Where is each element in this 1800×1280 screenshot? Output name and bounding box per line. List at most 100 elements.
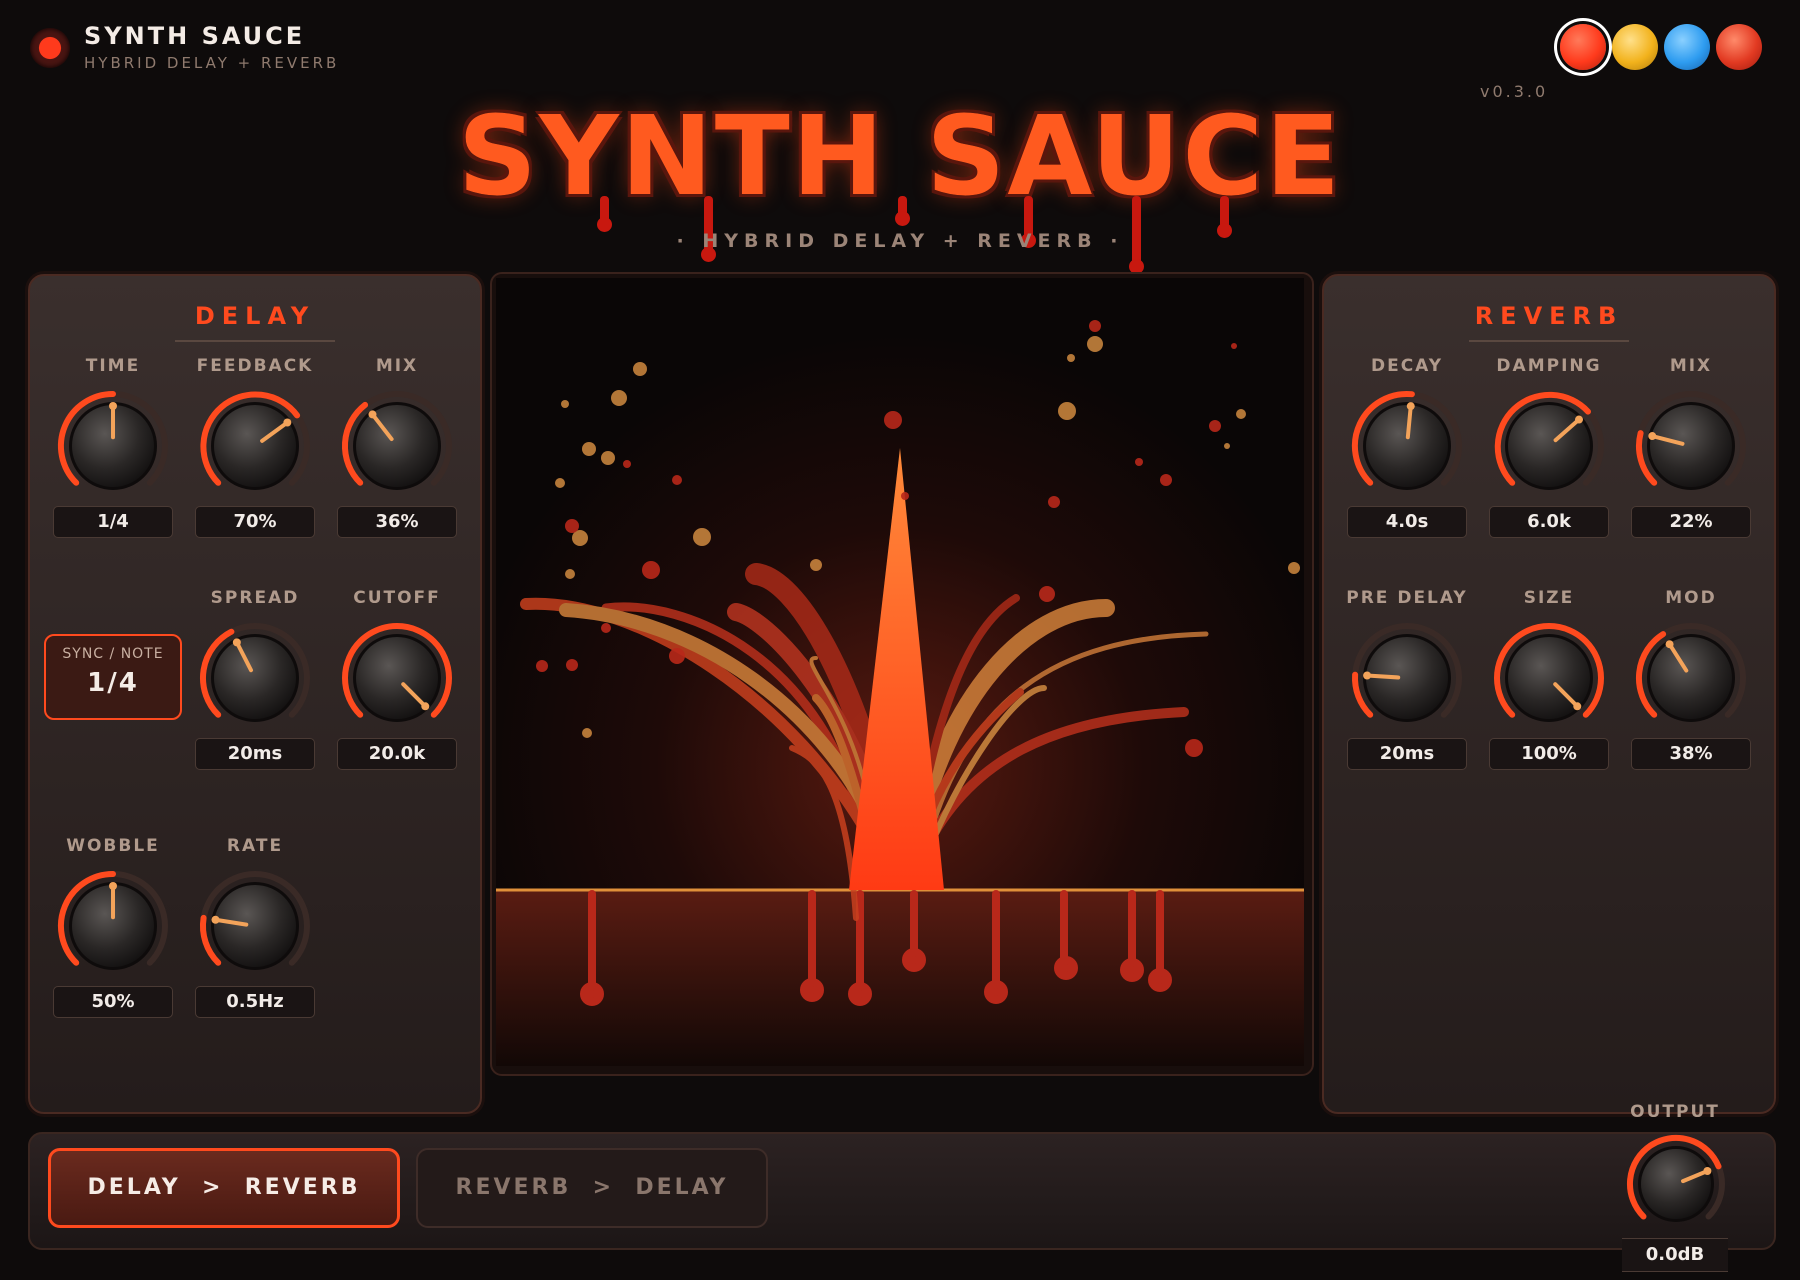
drip-decoration	[597, 196, 612, 232]
knob-body	[214, 405, 296, 487]
reverb-pre-delay-control: PRE DELAY 20ms	[1342, 588, 1472, 770]
reverb-mod-knob[interactable]	[1633, 620, 1749, 736]
knob-value: 1/4	[53, 506, 173, 538]
theme-button-blue[interactable]	[1664, 24, 1710, 70]
knob-value: 36%	[337, 506, 457, 538]
output-value: 0.0dB	[1622, 1238, 1728, 1272]
knob-pointer-tip	[1406, 402, 1415, 411]
knob-body	[1641, 1149, 1711, 1219]
knob-pointer-tip	[1648, 432, 1657, 441]
knob-pointer	[1365, 673, 1401, 680]
reverb-mix-knob[interactable]	[1633, 388, 1749, 504]
delay-spread-knob[interactable]	[197, 620, 313, 736]
knob-body	[1650, 637, 1732, 719]
knob-body	[1366, 405, 1448, 487]
reverb-decay-control: DECAY 4.0s	[1342, 356, 1472, 538]
output-label: OUTPUT	[1630, 1102, 1720, 1122]
knob-label: SPREAD	[210, 588, 300, 608]
delay-panel-title: DELAY	[194, 302, 316, 330]
knob-pointer-tip	[1665, 640, 1674, 649]
reverb-mod-control: MOD 38%	[1626, 588, 1756, 770]
knob-pointer-tip	[1363, 671, 1372, 680]
knob-label: MIX	[1669, 356, 1713, 376]
delay-cutoff-knob[interactable]	[339, 620, 455, 736]
knob-label: SIZE	[1523, 588, 1575, 608]
output-knob[interactable]	[1624, 1132, 1728, 1236]
reverb-size-knob[interactable]	[1491, 620, 1607, 736]
sync-note-button[interactable]: SYNC / NOTE 1/4	[44, 634, 182, 720]
power-led-icon[interactable]	[30, 28, 70, 68]
delay-cutoff-control: CUTOFF 20.0k	[332, 588, 462, 770]
knob-pointer-tip	[1573, 702, 1582, 711]
delay-rate-control: RATE 0.5Hz	[190, 836, 320, 1018]
sync-note-value: 1/4	[87, 668, 139, 698]
knob-label: WOBBLE	[66, 836, 160, 856]
theme-button-red-alt[interactable]	[1716, 24, 1762, 70]
delay-spread-control: SPREAD 20ms	[190, 588, 320, 770]
drip-decoration	[895, 196, 910, 226]
knob-label: CUTOFF	[353, 588, 441, 608]
delay-wobble-knob[interactable]	[55, 868, 171, 984]
delay-time-control: TIME 1/4	[48, 356, 178, 538]
hero-tagline: · HYBRID DELAY + REVERB ·	[676, 230, 1124, 252]
route-reverb-delay-button[interactable]: REVERB > DELAY	[416, 1148, 768, 1228]
knob-pointer-tip	[109, 882, 117, 890]
divider	[1469, 340, 1629, 342]
knob-value: 20ms	[195, 738, 315, 770]
drip-decoration	[1217, 196, 1232, 238]
knob-label: MOD	[1665, 588, 1717, 608]
reverb-decay-knob[interactable]	[1349, 388, 1465, 504]
knob-value: 50%	[53, 986, 173, 1018]
knob-body	[1650, 405, 1732, 487]
knob-value: 38%	[1631, 738, 1751, 770]
knob-label: DECAY	[1370, 356, 1444, 376]
knob-value: 20ms	[1347, 738, 1467, 770]
knob-body	[214, 637, 296, 719]
delay-mix-knob[interactable]	[339, 388, 455, 504]
knob-value: 100%	[1489, 738, 1609, 770]
delay-feedback-knob[interactable]	[197, 388, 313, 504]
knob-label: DAMPING	[1496, 356, 1602, 376]
brand-name: SYNTH SAUCE	[84, 22, 306, 50]
knob-pointer-tip	[1703, 1166, 1712, 1175]
delay-feedback-control: FEEDBACK 70%	[190, 356, 320, 538]
knob-value: 0.5Hz	[195, 986, 315, 1018]
delay-rate-knob[interactable]	[197, 868, 313, 984]
knob-value: 6.0k	[1489, 506, 1609, 538]
knob-pointer-tip	[421, 702, 430, 711]
theme-button-yellow[interactable]	[1612, 24, 1658, 70]
knob-label: FEEDBACK	[196, 356, 314, 376]
knob-label: MIX	[375, 356, 419, 376]
delay-time-knob[interactable]	[55, 388, 171, 504]
delay-wobble-control: WOBBLE 50%	[48, 836, 178, 1018]
theme-button-red[interactable]	[1560, 24, 1606, 70]
knob-pointer-tip	[211, 915, 220, 924]
delay-mix-control: MIX 36%	[332, 356, 462, 538]
reverb-pre-delay-knob[interactable]	[1349, 620, 1465, 736]
reverb-damping-control: DAMPING 6.0k	[1484, 356, 1614, 538]
reverb-panel-title: REVERB	[1474, 302, 1624, 330]
brand-subtitle: HYBRID DELAY + REVERB	[84, 54, 340, 72]
reverb-damping-knob[interactable]	[1491, 388, 1607, 504]
reverb-mix-control: MIX 22%	[1626, 356, 1756, 538]
reverb-size-control: SIZE 100%	[1484, 588, 1614, 770]
knob-label: PRE DELAY	[1346, 588, 1468, 608]
knob-value: 20.0k	[337, 738, 457, 770]
route-delay-reverb-button[interactable]: DELAY > REVERB	[48, 1148, 400, 1228]
knob-pointer-tip	[283, 418, 292, 427]
knob-pointer-tip	[368, 410, 377, 419]
knob-body	[356, 405, 438, 487]
knob-pointer-tip	[232, 638, 241, 647]
knob-pointer-tip	[1575, 415, 1584, 424]
knob-value: 22%	[1631, 506, 1751, 538]
knob-label: TIME	[85, 356, 141, 376]
knob-value: 70%	[195, 506, 315, 538]
divider	[175, 340, 335, 342]
knob-body	[214, 885, 296, 967]
reverb-panel: REVERB DECAY 4.0s DAMPING 6.0k MIX 22% P…	[1322, 274, 1776, 1114]
knob-value: 4.0s	[1347, 506, 1467, 538]
visualizer-display	[496, 278, 1304, 1066]
knob-label: RATE	[226, 836, 284, 856]
knob-pointer-tip	[109, 402, 117, 410]
sync-note-label: SYNC / NOTE	[62, 646, 164, 662]
